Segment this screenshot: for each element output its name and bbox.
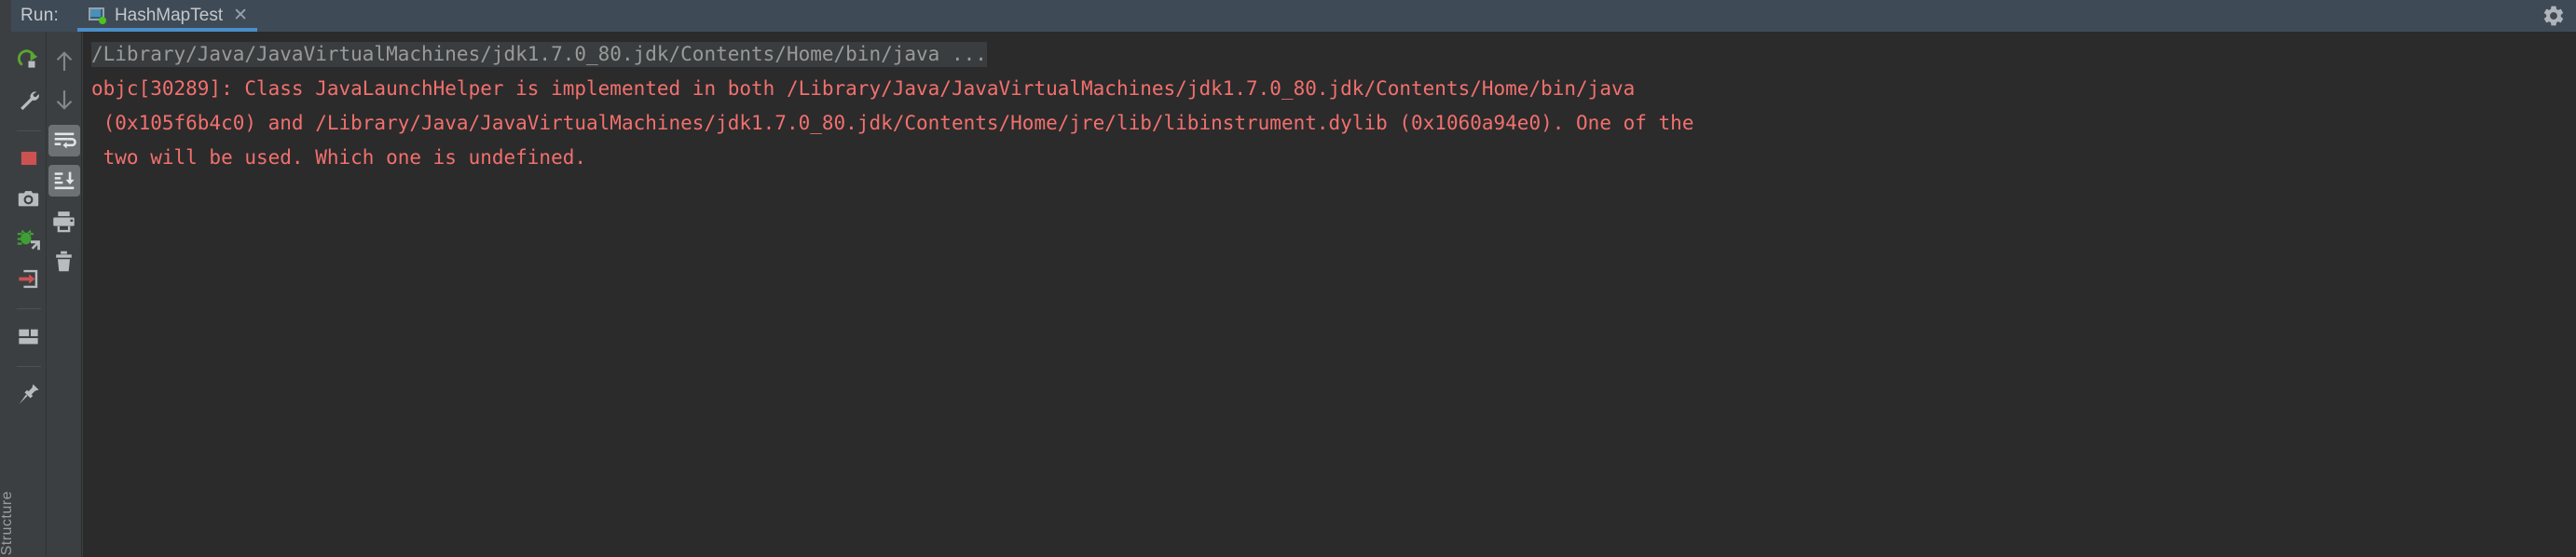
bug-attach-icon [17,229,40,250]
wrench-icon [20,91,39,111]
pin-tab-button[interactable] [13,378,45,410]
header-left-gutter [0,0,11,32]
run-toolbar-primary [11,32,47,557]
soft-wrap-button[interactable] [48,125,80,156]
tab-hashmaptest[interactable]: HashMapTest ✕ [71,0,264,32]
run-toolbar-secondary [47,32,82,557]
dump-threads-button[interactable] [13,263,45,294]
pin-icon [19,383,39,404]
console-line-error: two will be used. Which one is undefined… [91,146,587,169]
console-output[interactable]: /Library/Java/JavaVirtualMachines/jdk1.7… [83,32,2576,557]
tab-strip-filler [263,0,2531,32]
console-line-command-text: /Library/Java/JavaVirtualMachines/jdk1.7… [91,42,987,67]
run-label-text: Run: [21,6,59,25]
clear-all-button[interactable] [48,245,80,277]
attach-debugger-button[interactable] [13,223,45,254]
gear-icon [2543,6,2564,26]
rerun-button[interactable] [13,45,45,76]
tab-strip: HashMapTest ✕ [71,0,2576,32]
layout-icon [19,329,38,344]
run-configuration-icon [87,7,106,24]
print-button[interactable] [48,205,80,237]
arrow-up-icon [56,51,72,71]
camera-icon [18,190,39,206]
settings-gear-button[interactable] [2531,0,2576,32]
edit-configuration-button[interactable] [13,85,45,116]
rerun-icon [17,49,37,68]
scroll-down-button[interactable] [48,85,80,116]
structure-panel-label: Structure [0,490,11,555]
scroll-to-end-button[interactable] [48,165,80,197]
stop-button[interactable] [13,143,45,174]
run-label: Run: [11,0,72,32]
restore-layout-button[interactable] [13,320,45,352]
console-line-error: (0x105f6b4c0) and /Library/Java/JavaVirt… [91,112,1694,134]
scroll-up-button[interactable] [48,45,80,76]
toolbar-separator-2 [16,308,41,309]
soft-wrap-icon [54,132,76,149]
run-tool-window: Run: HashMapTest ✕ Structure /Library/Ja… [0,0,2576,557]
close-icon[interactable]: ✕ [231,5,250,28]
trash-icon [56,251,72,271]
stop-icon [21,151,36,166]
console-line-error: objc[30289]: Class JavaLaunchHelper is i… [91,77,1636,100]
run-tool-window-header: Run: HashMapTest ✕ [0,0,2576,32]
screenshot-button[interactable] [13,183,45,214]
toolbar-separator-3 [16,366,41,367]
arrow-down-icon [56,90,72,110]
printer-icon [53,211,75,232]
toolbar-separator-1 [16,130,41,131]
console-line-command: /Library/Java/JavaVirtualMachines/jdk1.7… [83,37,2576,72]
arrow-into-box-icon [19,269,38,288]
structure-side-strip[interactable]: Structure [0,32,11,557]
tab-label: HashMapTest [114,6,224,25]
scroll-to-end-icon [54,171,75,190]
